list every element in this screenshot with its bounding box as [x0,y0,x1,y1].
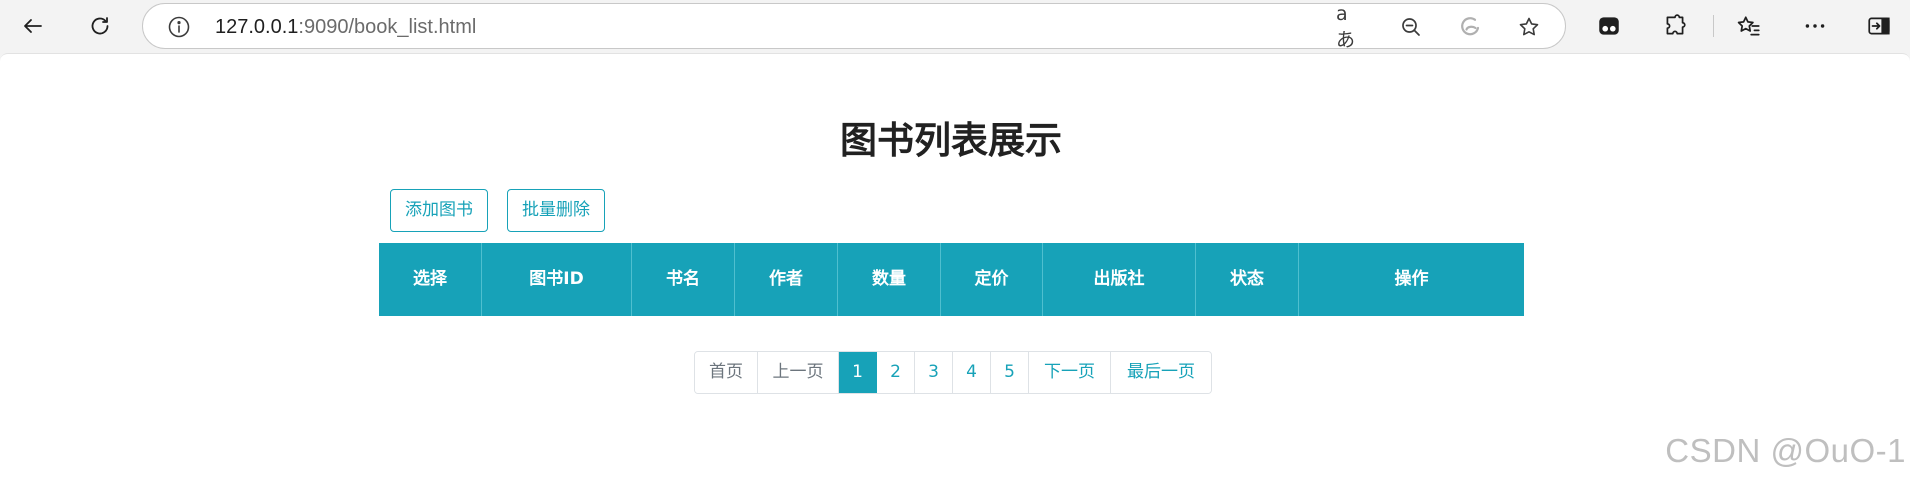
column-header-publisher: 出版社 [1043,243,1196,316]
favorites-list-icon [1737,16,1760,36]
pagination: 首页 上一页 1 2 3 4 5 下一页 最后一页 [694,351,1212,394]
pagination-page-3[interactable]: 3 [915,352,953,393]
page-title: 图书列表展示 [840,119,1062,162]
puzzle-icon [1666,14,1686,35]
pagination-last[interactable]: 最后一页 [1111,352,1211,393]
read-aloud-button[interactable]: aあ [1336,3,1364,51]
address-bar[interactable]: 127.0.0.1:9090/book_list.html aあ [142,3,1566,51]
star-icon [1519,17,1539,36]
watermark: CSDN @OuO-1 [1665,432,1906,469]
book-table-header: 选择 图书ID 书名 作者 数量 定价 出版社 状态 操作 [379,243,1524,316]
refresh-button[interactable] [80,6,120,46]
page-viewport: 图书列表展示 添加图书 批量删除 选择 图书ID 书名 作者 数量 定价 出版社… [0,53,1910,478]
back-button[interactable] [13,6,53,46]
extensions-button[interactable] [1658,9,1692,43]
column-header-quantity: 数量 [838,243,941,316]
column-header-actions: 操作 [1394,269,1429,289]
more-horizontal-icon [1805,24,1825,28]
sidebar-icon [1868,17,1890,35]
info-icon[interactable] [167,15,191,39]
read-aloud-icon: aあ [1336,2,1356,51]
pagination-page-5[interactable]: 5 [991,352,1029,393]
edge-collections-button[interactable] [1456,13,1484,41]
edge-logo-icon [1461,17,1480,36]
column-header-price: 定价 [941,243,1043,316]
column-header-status: 状态 [1196,243,1299,316]
column-header-author: 作者 [735,243,838,316]
url-host: 127.0.0.1 [215,16,299,38]
more-menu-button[interactable] [1798,9,1832,43]
refresh-icon [91,17,109,35]
pagination-page-2[interactable]: 2 [877,352,915,393]
favorites-button[interactable] [1732,9,1766,43]
extension-cat-button[interactable] [1592,9,1626,43]
zoom-out-icon [1402,18,1420,36]
pagination-prev[interactable]: 上一页 [758,352,839,393]
batch-delete-button[interactable]: 批量删除 [507,189,605,232]
pagination-first[interactable]: 首页 [695,352,758,393]
browser-toolbar: 127.0.0.1:9090/book_list.html aあ [0,0,1910,52]
pagination-page-1[interactable]: 1 [839,352,877,393]
sidebar-toggle-button[interactable] [1862,9,1896,43]
column-header-select: 选择 [379,243,482,316]
column-header-book-id: 图书ID [482,243,632,316]
add-book-button[interactable]: 添加图书 [390,189,488,232]
url-path: :9090/book_list.html [298,16,477,38]
favorite-button[interactable] [1515,13,1543,41]
arrow-left-icon [24,19,42,33]
pagination-page-4[interactable]: 4 [953,352,991,393]
toolbar-divider [1713,15,1714,37]
pagination-next[interactable]: 下一页 [1029,352,1111,393]
column-header-book-name: 书名 [632,243,735,316]
url-text[interactable]: 127.0.0.1:9090/book_list.html [215,16,476,39]
zoom-out-button[interactable] [1397,13,1425,41]
cat-extension-icon [1599,17,1619,35]
